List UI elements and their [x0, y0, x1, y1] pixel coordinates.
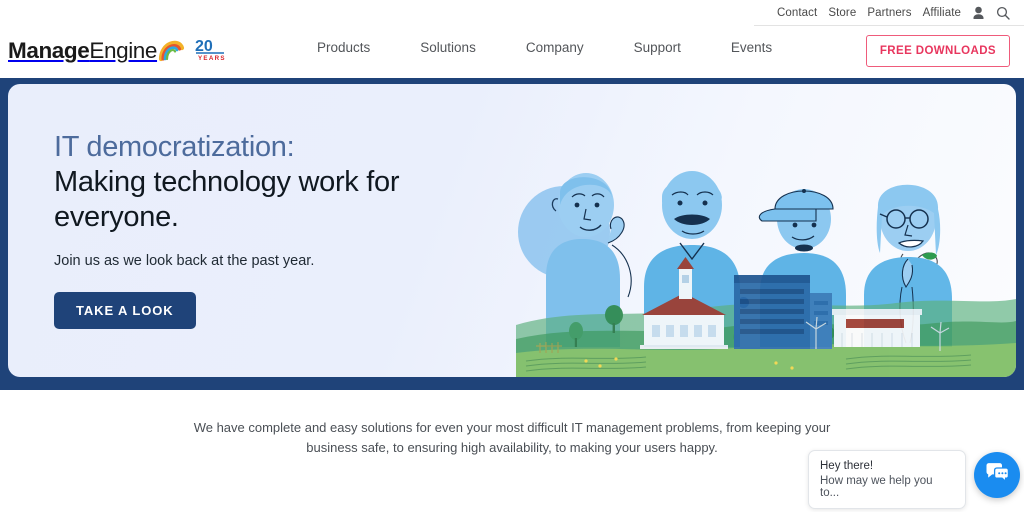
- manageengine-logo[interactable]: ManageEngine 20 YEARS: [8, 34, 228, 69]
- main-navigation: Products Solutions Company Support Event…: [292, 40, 797, 55]
- hero-heading-line2: Making technology work for everyone.: [54, 165, 400, 233]
- utility-bar: Contact Store Partners Affiliate: [754, 0, 1024, 26]
- utility-link-contact[interactable]: Contact: [777, 7, 817, 19]
- chat-greeting-title: Hey there!: [820, 460, 874, 472]
- logo-wordmark: ManageEngine: [8, 40, 157, 63]
- hero-copy: IT democratization: Making technology wo…: [54, 130, 524, 330]
- hero-illustration: [516, 147, 1016, 377]
- badge-label: YEARS: [198, 55, 226, 62]
- hero-band: IT democratization: Making technology wo…: [0, 78, 1024, 390]
- logo-text-manage: Manage: [8, 38, 90, 64]
- site-header: ManageEngine 20 YEARS Products Solutions…: [0, 26, 1024, 78]
- nav-item-company[interactable]: Company: [501, 40, 609, 55]
- utility-link-affiliate[interactable]: Affiliate: [923, 7, 961, 19]
- page-root: Contact Store Partners Affiliate ManageE…: [0, 0, 1024, 512]
- user-icon[interactable]: [972, 6, 985, 20]
- chat-icon: [985, 462, 1010, 489]
- hero-heading-line1: IT democratization:: [54, 131, 295, 163]
- logo-swoosh-icon: [157, 34, 185, 69]
- nav-item-events[interactable]: Events: [706, 40, 797, 55]
- utility-link-partners[interactable]: Partners: [867, 7, 911, 19]
- hero-card: IT democratization: Making technology wo…: [8, 84, 1016, 377]
- free-downloads-button[interactable]: FREE DOWNLOADS: [865, 35, 1010, 67]
- utility-link-store[interactable]: Store: [828, 7, 856, 19]
- nav-item-support[interactable]: Support: [609, 40, 706, 55]
- intro-blurb-line1: We have complete and easy solutions for …: [193, 420, 831, 435]
- search-icon[interactable]: [996, 6, 1010, 20]
- chat-launcher-button[interactable]: [974, 452, 1020, 498]
- nav-item-solutions[interactable]: Solutions: [395, 40, 501, 55]
- chat-greeting-message: How may we help you to...: [820, 475, 933, 499]
- twenty-years-badge: 20 YEARS: [194, 36, 228, 67]
- logo-text-engine: Engine: [89, 38, 158, 64]
- chat-greeting-bubble[interactable]: Hey there! How may we help you to...: [808, 450, 966, 509]
- nav-item-products[interactable]: Products: [292, 40, 395, 55]
- hero-subheading: Join us as we look back at the past year…: [54, 253, 315, 270]
- take-a-look-button[interactable]: TAKE A LOOK: [54, 292, 196, 330]
- hero-heading: IT democratization: Making technology wo…: [54, 130, 524, 234]
